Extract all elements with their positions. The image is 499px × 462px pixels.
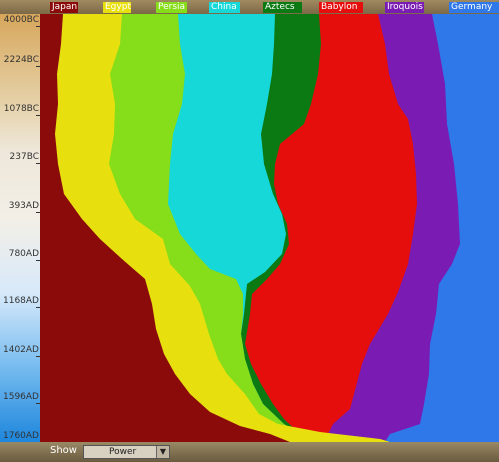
dropdown-value: Power — [109, 447, 137, 457]
time-label-1596ad: 1596AD — [3, 392, 39, 402]
time-label-1168ad: 1168AD — [3, 296, 39, 306]
time-axis: 4000BC 2224BC 1078BC 237BC 393AD 780AD 1… — [0, 14, 40, 443]
legend-germany: Germany — [449, 2, 499, 13]
time-label-1402ad: 1402AD — [3, 345, 39, 355]
legend-iroquois: Iroquois — [385, 2, 424, 13]
graph-type-dropdown[interactable]: Power ▼ — [83, 445, 170, 459]
time-label-2224bc: 2224BC — [3, 55, 39, 65]
legend-china: China — [209, 2, 240, 13]
time-label-780ad: 780AD — [8, 249, 39, 259]
legend-egypt: Egypt — [103, 2, 131, 13]
time-label-237bc: 237BC — [9, 152, 39, 162]
power-stacked-area — [40, 14, 499, 442]
legend-bar: Japan Egypt Persia China Aztecs Babylon … — [0, 0, 499, 14]
legend-japan: Japan — [50, 2, 78, 13]
legend-persia: Persia — [156, 2, 187, 13]
legend-aztecs: Aztecs — [263, 2, 302, 13]
legend-babylon: Babylon — [319, 2, 363, 13]
time-label-4000bc: 4000BC — [3, 15, 39, 25]
time-label-1760ad: 1760AD — [3, 431, 39, 441]
civilization-power-graph-window: Japan Egypt Persia China Aztecs Babylon … — [0, 0, 499, 462]
time-label-393ad: 393AD — [8, 201, 39, 211]
time-label-1078bc: 1078BC — [3, 104, 39, 114]
show-label: Show — [50, 445, 77, 456]
chevron-down-icon[interactable]: ▼ — [156, 446, 169, 458]
